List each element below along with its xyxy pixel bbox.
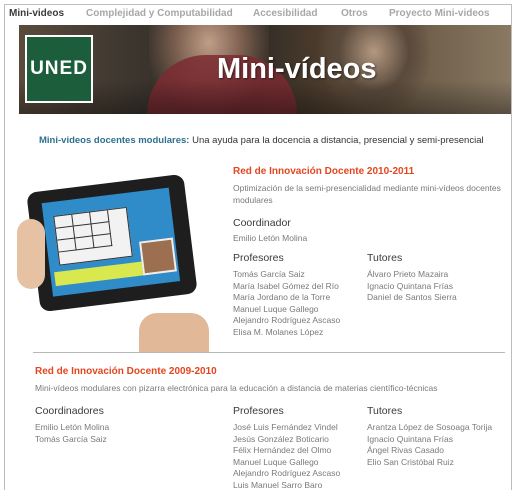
intro-text: Mini-videos docentes modulares: Una ayud… [39, 135, 484, 146]
tutor-name: Ignacio Quintana Frías [367, 433, 453, 444]
tutor-name: Ángel Rivas Casado [367, 445, 445, 455]
tablet-image [26, 173, 198, 313]
uned-logo[interactable]: UNED [25, 35, 93, 103]
professors-label-2010: Profesores [233, 252, 284, 264]
tutor-name: Arantza López de Sosoaga Torija [367, 422, 493, 432]
professor-name: José Luis Fernández Vindel [233, 422, 338, 432]
presenter-thumbnail [139, 237, 177, 276]
professor-name: María Isabel Gómez del Río [233, 280, 339, 291]
nav-item-accesibilidad[interactable]: Accesibilidad [253, 8, 317, 19]
nav-item-proyecto[interactable]: Proyecto Mini-videos [389, 8, 490, 19]
section-desc-2009: Mini-vídeos modulares con pizarra electr… [35, 383, 438, 393]
coordinator-name: Tomás García Saiz [35, 433, 107, 444]
tutor-name: Álvaro Prieto Mazaira [367, 269, 449, 279]
professor-name: Elisa M. Molanes López [233, 326, 324, 337]
professors-label-2009: Profesores [233, 405, 284, 417]
nav-item-otros[interactable]: Otros [341, 8, 368, 19]
page-frame: Mini-videos Complejidad y Computabilidad… [4, 4, 512, 490]
tutor-name: Daniel de Santos Sierra [367, 292, 457, 302]
tutor-name: Elio San Cristóbal Ruiz [367, 456, 454, 467]
professor-name: María Jordano de la Torre [233, 292, 331, 302]
intro-body: Una ayuda para la docencia a distancia, … [189, 135, 484, 146]
banner-title: Mini-vídeos [217, 53, 377, 85]
intro-highlight: Mini-videos docentes modulares: [39, 135, 190, 146]
top-navigation: Mini-videos Complejidad y Computabilidad… [5, 5, 511, 25]
coordinator-label-2010: Coordinador [233, 217, 291, 229]
professor-name: Félix Hernández del Olmo [233, 445, 332, 455]
coordinators-label-2009: Coordinadores [35, 405, 104, 417]
tutors-list-2010: Álvaro Prieto Mazaira Ignacio Quintana F… [367, 269, 457, 304]
professor-name: Alejandro Rodríguez Ascaso [233, 468, 341, 478]
coordinators-list-2009: Emilio Letón Molina Tomás García Saiz [35, 422, 109, 445]
professors-list-2009: José Luis Fernández Vindel Jesús Gonzále… [233, 422, 340, 490]
spreadsheet-graphic [53, 206, 133, 266]
tablet-screen [41, 187, 181, 297]
tablet-illustration [17, 163, 219, 353]
professors-list-2010: Tomás García Saiz María Isabel Gómez del… [233, 269, 340, 338]
coordinator-list-2010: Emilio Letón Molina [233, 233, 307, 245]
tutors-label-2009: Tutores [367, 405, 403, 417]
tutor-name: Ignacio Quintana Frías [367, 280, 453, 291]
nav-item-complejidad[interactable]: Complejidad y Computabilidad [86, 8, 233, 19]
section-title-2009: Red de Innovación Docente 2009-2010 [35, 366, 217, 377]
section-title-2010: Red de Innovación Docente 2010-2011 [233, 166, 415, 177]
professor-name: Luis Manuel Sarro Baro [233, 479, 323, 490]
logo-text: UNED [30, 58, 88, 79]
professor-name: Alejandro Rodríguez Ascaso [233, 315, 341, 325]
nav-item-mini-videos[interactable]: Mini-videos [9, 8, 64, 19]
right-hand-graphic [139, 313, 209, 353]
tutors-list-2009: Arantza López de Sosoaga Torija Ignacio … [367, 422, 492, 468]
professor-name: Manuel Luque Gallego [233, 303, 319, 314]
coordinator-name: Emilio Letón Molina [35, 422, 110, 432]
section-desc-2010: Optimización de la semi-presencialidad m… [233, 183, 501, 205]
section-divider [33, 352, 505, 353]
tutors-label-2010: Tutores [367, 252, 403, 264]
professor-name: Jesús González Boticario [233, 433, 329, 444]
header-banner: UNED Mini-vídeos [19, 25, 511, 114]
professor-name: Tomás García Saiz [233, 269, 305, 279]
coordinator-name: Emilio Letón Molina [233, 233, 308, 243]
professor-name: Manuel Luque Gallego [233, 456, 319, 467]
left-hand-graphic [17, 219, 45, 289]
